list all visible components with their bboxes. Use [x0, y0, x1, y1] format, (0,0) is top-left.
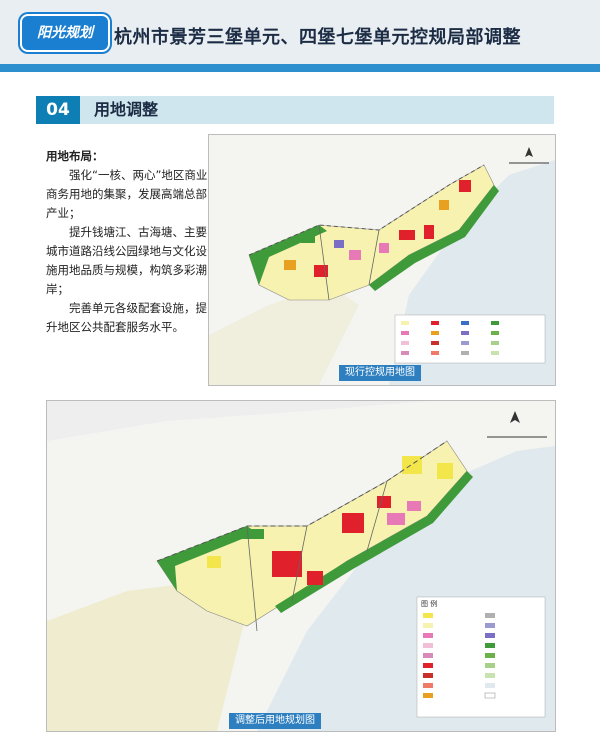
section-title: 用地调整: [94, 100, 159, 119]
paragraph-2: 提升钱塘江、古海塘、主要城市道路沿线公园绿地与文化设施用地品质与规模，构筑多彩潮…: [46, 225, 207, 296]
logo-text: 阳光规划: [37, 25, 93, 41]
section-number: 04: [36, 96, 80, 124]
page-title: 杭州市景芳三堡单元、四堡七堡单元控规局部调整: [114, 27, 521, 48]
section-bar: 04 用地调整: [36, 96, 554, 124]
current-plan-caption: 现行控规用地图: [339, 365, 421, 381]
adjusted-plan-caption: 调整后用地规划图: [229, 713, 321, 729]
land-layout-heading: 用地布局：: [46, 149, 104, 163]
paragraph-1: 强化“一核、两心”地区商业商务用地的集聚，发展高端总部产业；: [46, 168, 208, 220]
adjusted-plan-map-drawing: [47, 401, 555, 731]
page-header: 阳光规划 杭州市景芳三堡单元、四堡七堡单元控规局部调整: [0, 0, 600, 72]
paragraph-3: 完善单元各级配套设施，提升地区公共配套服务水平。: [46, 301, 207, 334]
header-stripe: [0, 64, 600, 72]
logo: 阳光规划: [22, 16, 108, 50]
adjusted-plan-map: 图 例 调整后用地规划图: [46, 400, 556, 732]
current-plan-map: 现行控规用地图: [208, 134, 556, 386]
land-layout-text: 用地布局： 强化“一核、两心”地区商业商务用地的集聚，发展高端总部产业； 提升钱…: [46, 147, 211, 337]
current-plan-map-drawing: [209, 135, 555, 385]
legend-title: 图 例: [421, 600, 438, 608]
